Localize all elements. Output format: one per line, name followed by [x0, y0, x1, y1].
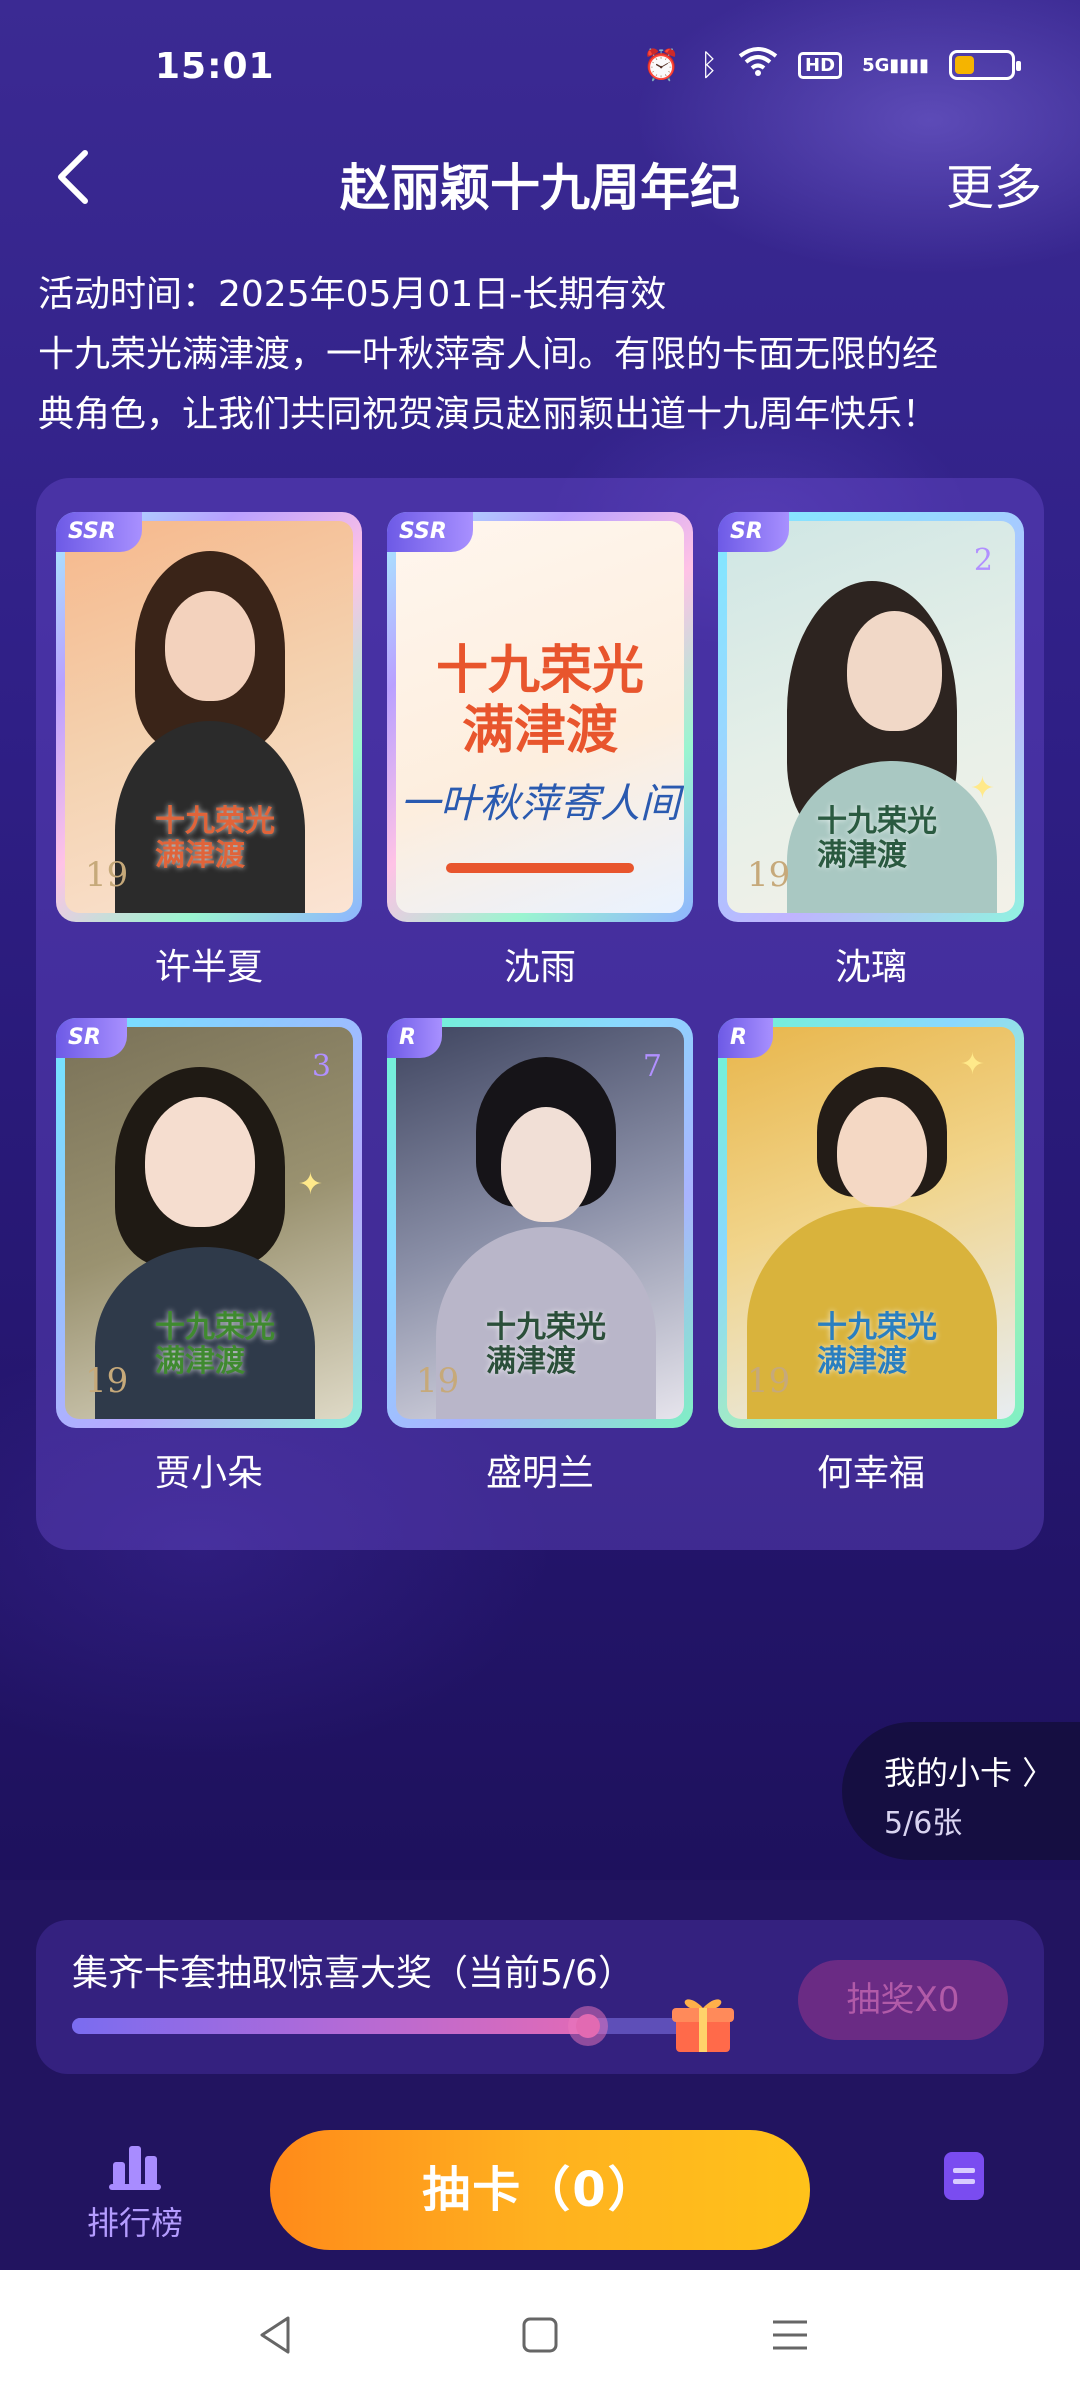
activity-description: 活动时间：2025年05月01日-长期有效 十九荣光满津渡，一叶秋萍寄人间。有限… — [38, 265, 1048, 445]
gift-icon — [672, 1999, 734, 2052]
card-frame: 2 ✦ 十九荣光 满津渡 19 SR — [718, 512, 1024, 922]
card-name: 何幸福 — [816, 1453, 925, 1494]
card-19-badge: 19 — [85, 855, 129, 895]
collect-progress-card: 集齐卡套抽取惊喜大奖（当前5/6） 抽奖X0 — [36, 1920, 1044, 2074]
portrait-face — [847, 611, 942, 731]
card-frame: 7 十九荣光 满津渡 19 R — [387, 1018, 693, 1428]
card-19-badge: 19 — [85, 1361, 129, 1401]
portrait-face — [145, 1097, 255, 1227]
card-art: 十九荣光 满津渡 一叶秋萍寄人间 — [396, 521, 684, 913]
card-number: 7 — [642, 1049, 662, 1084]
nav-back-icon[interactable] — [250, 2310, 300, 2360]
activity-time: 活动时间：2025年05月01日-长期有效 — [38, 274, 667, 315]
sparkle-icon: ✦ — [959, 1047, 985, 1082]
status-time: 15:01 — [155, 46, 275, 87]
wifi-icon — [738, 46, 778, 84]
card-item-he-xingfu[interactable]: ✦ 十九荣光 满津渡 19 R 何幸福 — [718, 1018, 1024, 1496]
portrait-face — [501, 1107, 591, 1222]
status-icons: ⏰ ᛒ HD 5G▮▮▮▮ — [642, 46, 1021, 84]
poster-title: 十九荣光 满津渡 — [435, 640, 644, 761]
rarity-badge: SSR — [56, 512, 142, 552]
card-19-badge: 19 — [416, 1361, 460, 1401]
my-cards-title: 我的小卡 〉 — [884, 1754, 1055, 1792]
collect-title: 集齐卡套抽取惊喜大奖（当前5/6） — [72, 1953, 634, 1994]
card-logo: 十九荣光 满津渡 — [817, 804, 937, 873]
card-logo: 十九荣光 满津渡 — [155, 1310, 275, 1379]
card-logo: 十九荣光 满津渡 — [817, 1310, 937, 1379]
card-name: 沈雨 — [503, 947, 576, 988]
sparkle-icon: ✦ — [969, 771, 995, 806]
system-nav-bar — [0, 2270, 1080, 2400]
rarity-badge: SR — [56, 1018, 127, 1058]
header: 赵丽颖十九周年纪 更多 — [0, 130, 1080, 230]
card-name: 贾小朵 — [154, 1453, 263, 1494]
card-collection-panel: 十九荣光 满津渡 19 SSR 许半夏 十九荣光 满津渡 一叶秋萍寄人间 SSR… — [36, 478, 1044, 1550]
leaderboard-icon — [109, 2146, 161, 2190]
rarity-badge: R — [718, 1018, 773, 1058]
card-item-jia-xiaoduo[interactable]: 3 ✦ 十九荣光 满津渡 19 SR 贾小朵 — [56, 1018, 362, 1496]
signal-icon: 5G▮▮▮▮ — [862, 54, 929, 76]
sparkle-icon: ✦ — [297, 1167, 323, 1202]
card-frame: ✦ 十九荣光 满津渡 19 R — [718, 1018, 1024, 1428]
card-number: 3 — [311, 1049, 331, 1084]
my-cards-count: 5/6张 — [884, 1806, 963, 1841]
card-logo: 十九荣光 满津渡 — [486, 1310, 606, 1379]
page-title: 赵丽颖十九周年纪 — [340, 159, 740, 217]
my-cards-button[interactable]: 我的小卡 〉 5/6张 — [842, 1722, 1080, 1860]
card-art: 3 ✦ 十九荣光 满津渡 19 — [65, 1027, 353, 1419]
poster-bar — [446, 863, 634, 873]
activity-desc-line2: 典角色，让我们共同祝贺演员赵丽颖出道十九周年快乐！ — [38, 394, 939, 435]
hd-badge: HD — [798, 51, 843, 79]
card-19-badge: 19 — [747, 855, 791, 895]
nav-menu-icon[interactable] — [765, 2310, 815, 2360]
progress-fill — [72, 2018, 589, 2034]
card-logo: 十九荣光 满津渡 — [155, 804, 275, 873]
card-item-sheng-minglan[interactable]: 7 十九荣光 满津渡 19 R 盛明兰 — [387, 1018, 693, 1496]
lottery-button[interactable]: 抽奖X0 — [798, 1960, 1008, 2040]
card-frame: 十九荣光 满津渡 一叶秋萍寄人间 SSR — [387, 512, 693, 922]
rarity-badge: SR — [718, 512, 789, 552]
battery-fill — [955, 56, 974, 74]
card-name: 盛明兰 — [485, 1453, 594, 1494]
portrait-face — [837, 1097, 927, 1207]
battery-icon — [949, 50, 1021, 80]
leaderboard-button[interactable]: 排行榜 — [80, 2140, 190, 2244]
draw-card-button[interactable]: 抽卡（0） — [270, 2130, 810, 2250]
card-name: 许半夏 — [154, 947, 263, 988]
rarity-badge: R — [387, 1018, 442, 1058]
portrait-face — [165, 591, 255, 701]
card-item-shen-yu[interactable]: 十九荣光 满津渡 一叶秋萍寄人间 SSR 沈雨 — [387, 512, 693, 990]
poster-subtitle: 一叶秋萍寄人间 — [400, 781, 680, 827]
alarm-icon: ⏰ — [642, 47, 681, 83]
card-art: ✦ 十九荣光 满津渡 19 — [727, 1027, 1015, 1419]
bluetooth-icon: ᛒ — [700, 47, 719, 83]
more-button[interactable]: 更多 — [946, 148, 1042, 218]
card-19-badge: 19 — [747, 1361, 791, 1401]
rarity-badge: SSR — [387, 512, 473, 552]
progress-knob — [568, 2006, 609, 2046]
card-item-shen-li[interactable]: 2 ✦ 十九荣光 满津渡 19 SR 沈璃 — [718, 512, 1024, 990]
card-art: 7 十九荣光 满津渡 19 — [396, 1027, 684, 1419]
nav-home-icon[interactable] — [515, 2310, 565, 2360]
card-number: 2 — [973, 543, 993, 578]
status-bar: 15:01 ⏰ ᛒ HD 5G▮▮▮▮ — [0, 0, 1080, 130]
card-frame: 十九荣光 满津渡 19 SSR — [56, 512, 362, 922]
leaderboard-label: 排行榜 — [86, 2204, 183, 2242]
activity-desc-line1: 十九荣光满津渡，一叶秋萍寄人间。有限的卡面无限的经 — [38, 334, 939, 375]
card-art: 2 ✦ 十九荣光 满津渡 19 — [727, 521, 1015, 913]
card-art: 十九荣光 满津渡 19 — [65, 521, 353, 913]
card-frame: 3 ✦ 十九荣光 满津渡 19 SR — [56, 1018, 362, 1428]
card-name: 沈璃 — [834, 947, 907, 988]
document-icon[interactable] — [938, 2150, 990, 2202]
network-label: 5G — [862, 54, 890, 76]
collect-progress-bar — [72, 2006, 692, 2046]
card-item-xu-banxia[interactable]: 十九荣光 满津渡 19 SSR 许半夏 — [56, 512, 362, 990]
